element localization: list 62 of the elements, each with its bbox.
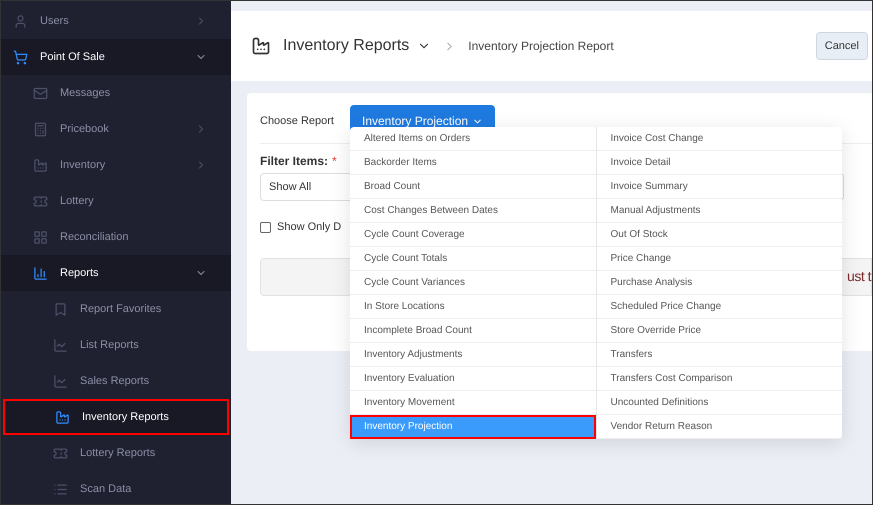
sidebar-item[interactable]: Inventory Reports <box>3 399 229 435</box>
menu-item[interactable]: Manual Adjustments <box>596 199 842 223</box>
sidebar-item[interactable]: Pricebook <box>1 111 231 147</box>
menu-item[interactable]: Out Of Stock <box>596 223 842 247</box>
sidebar-item[interactable]: Reconciliation <box>1 219 231 255</box>
sidebar-item[interactable]: Scan Data <box>1 471 231 504</box>
checkbox-label: Show Only D <box>277 220 342 235</box>
menu-item[interactable]: Transfers <box>596 343 842 367</box>
notice-text: ust t <box>847 267 871 286</box>
sidebar-item[interactable]: Inventory <box>1 147 231 183</box>
menu-item[interactable]: Scheduled Price Change <box>596 295 842 319</box>
list-icon <box>53 482 68 496</box>
menu-item[interactable]: Altered Items on Orders <box>350 127 596 151</box>
cancel-button[interactable]: Cancel <box>816 32 868 60</box>
menu-item[interactable]: Invoice Detail <box>596 151 842 175</box>
menu-item[interactable]: Cost Changes Between Dates <box>350 199 596 223</box>
menu-item[interactable]: In Store Locations <box>350 295 596 319</box>
factory-icon <box>55 410 70 424</box>
menu-item[interactable]: Cycle Count Totals <box>350 247 596 271</box>
menu-item[interactable]: Store Override Price <box>596 319 842 343</box>
cart-icon <box>13 50 28 64</box>
bookmark-icon <box>53 302 68 316</box>
menu-item[interactable]: Purchase Analysis <box>596 271 842 295</box>
breadcrumb: Inventory Projection Report <box>468 38 614 55</box>
ticket-icon <box>33 194 48 208</box>
bar-chart-icon <box>33 266 48 280</box>
required-mark: * <box>332 153 337 170</box>
grid-icon <box>33 230 48 244</box>
user-icon <box>13 14 28 28</box>
menu-item[interactable]: Inventory Evaluation <box>350 367 596 391</box>
line-chart-icon <box>53 338 68 352</box>
sidebar-item[interactable]: Reports <box>1 255 231 291</box>
sidebar-item[interactable]: List Reports <box>1 327 231 363</box>
sidebar-item[interactable]: Users <box>1 3 231 39</box>
filter-items-label: Filter Items: <box>260 153 328 170</box>
menu-item[interactable]: Broad Count <box>350 175 596 199</box>
menu-item[interactable]: Invoice Cost Change <box>596 127 842 151</box>
menu-item[interactable]: Invoice Summary <box>596 175 842 199</box>
calculator-icon <box>33 122 48 136</box>
menu-item[interactable]: Inventory Adjustments <box>350 343 596 367</box>
checkbox[interactable] <box>260 222 271 233</box>
sidebar-item[interactable]: Lottery <box>1 183 231 219</box>
menu-item[interactable]: Price Change <box>596 247 842 271</box>
menu-item[interactable]: Transfers Cost Comparison <box>596 367 842 391</box>
menu-item[interactable]: Uncounted Definitions <box>596 391 842 415</box>
menu-item[interactable]: Incomplete Broad Count <box>350 319 596 343</box>
sidebar-item[interactable]: Sales Reports <box>1 363 231 399</box>
ticket-icon <box>53 446 68 460</box>
factory-icon <box>251 36 271 56</box>
sidebar-item[interactable]: Lottery Reports <box>1 435 231 471</box>
envelope-icon <box>33 86 48 100</box>
line-chart-icon <box>53 374 68 388</box>
menu-item[interactable]: Cycle Count Coverage <box>350 223 596 247</box>
page-title: Inventory Reports <box>283 36 410 56</box>
sidebar-item[interactable]: Point Of Sale <box>1 39 231 75</box>
menu-item[interactable]: Backorder Items <box>350 151 596 175</box>
menu-item[interactable]: Cycle Count Variances <box>350 271 596 295</box>
choose-report-label: Choose Report <box>260 114 335 129</box>
factory-icon <box>33 158 48 172</box>
sidebar-item[interactable]: Report Favorites <box>1 291 231 327</box>
sidebar-item[interactable]: Messages <box>1 75 231 111</box>
menu-item[interactable]: Vendor Return Reason <box>596 415 842 439</box>
